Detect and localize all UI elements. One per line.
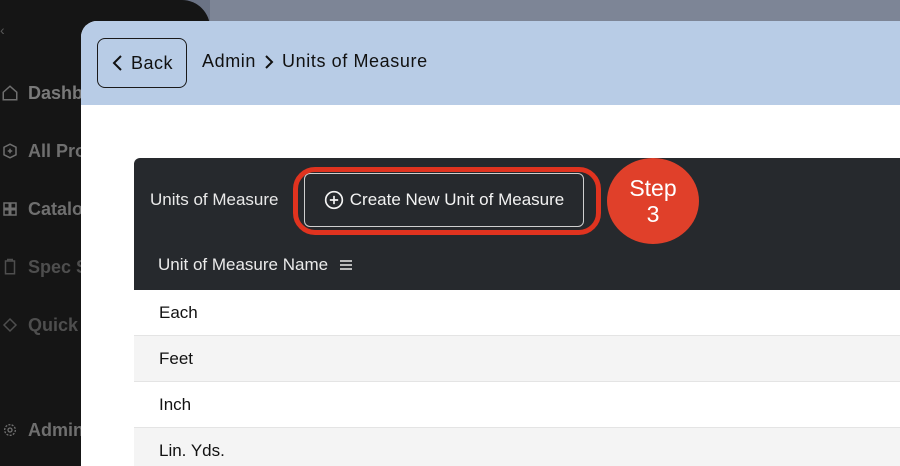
- row-cell: Each: [159, 302, 198, 322]
- table-row[interactable]: Each: [134, 290, 900, 336]
- menu-icon[interactable]: [338, 258, 354, 272]
- breadcrumb-current: Units of Measure: [282, 51, 428, 71]
- sidebar-item-quick: Quick: [0, 310, 78, 340]
- grid-icon: [0, 199, 20, 219]
- step-badge-word: Step: [629, 175, 677, 201]
- sidebar-item-catalog: Catalo: [0, 194, 83, 224]
- breadcrumb: Admin Units of Measure: [202, 51, 428, 72]
- sidebar-item-label: Spec S: [28, 256, 89, 277]
- column-header-unit-name[interactable]: Unit of Measure Name: [134, 240, 900, 290]
- clipboard-icon: [0, 257, 20, 277]
- create-unit-label: Create New Unit of Measure: [349, 190, 565, 209]
- sidebar-item-label: Dashb: [28, 82, 84, 103]
- modal-header: Back Admin Units of Measure: [81, 21, 900, 105]
- sidebar-item-label: Quick: [28, 314, 79, 335]
- table-toolbar: Units of Measure Create New Unit of Meas…: [134, 158, 900, 240]
- sidebar-item-dashboard: Dashb: [0, 72, 84, 114]
- sidebar-item-label: All Pro: [28, 140, 87, 161]
- plus-circle-icon: [324, 190, 344, 210]
- row-cell: Inch: [159, 394, 192, 414]
- create-unit-button[interactable]: Create New Unit of Measure: [304, 173, 584, 227]
- row-cell: Feet: [159, 348, 194, 368]
- table-row[interactable]: Inch: [134, 382, 900, 428]
- table-body: Each Feet Inch Lin. Yds.: [134, 290, 900, 466]
- row-cell: Lin. Yds.: [159, 440, 225, 460]
- arrow-icon: [0, 315, 20, 335]
- chevron-left-icon: [112, 55, 122, 71]
- units-of-measure-modal: Back Admin Units of Measure Units of Mea…: [81, 21, 900, 466]
- home-icon: [0, 83, 20, 103]
- sidebar-item-label: Admin: [28, 419, 84, 440]
- step-badge-number: 3: [646, 201, 660, 227]
- sidebar-item-all-products: All Pro: [0, 136, 86, 166]
- column-header-label: Unit of Measure Name: [158, 255, 329, 274]
- table-row[interactable]: Lin. Yds.: [134, 428, 900, 466]
- step-badge: Step 3: [607, 158, 699, 244]
- breadcrumb-admin[interactable]: Admin: [202, 51, 256, 72]
- box-plus-icon: [0, 141, 20, 161]
- sidebar-item-label: Catalo: [28, 198, 84, 219]
- back-button[interactable]: Back: [97, 38, 187, 88]
- chevron-right-icon: [264, 54, 274, 70]
- sidebar-item-spec: Spec S: [0, 252, 88, 282]
- back-button-label: Back: [130, 52, 174, 73]
- table-title: Units of Measure: [150, 190, 279, 209]
- units-table: Units of Measure Create New Unit of Meas…: [134, 158, 900, 466]
- background-header: [210, 0, 900, 22]
- gear-icon: [0, 420, 20, 440]
- sidebar-item-admin: Admin: [0, 415, 84, 445]
- collapse-chevron-icon: ‹: [0, 22, 5, 38]
- table-row[interactable]: Feet: [134, 336, 900, 382]
